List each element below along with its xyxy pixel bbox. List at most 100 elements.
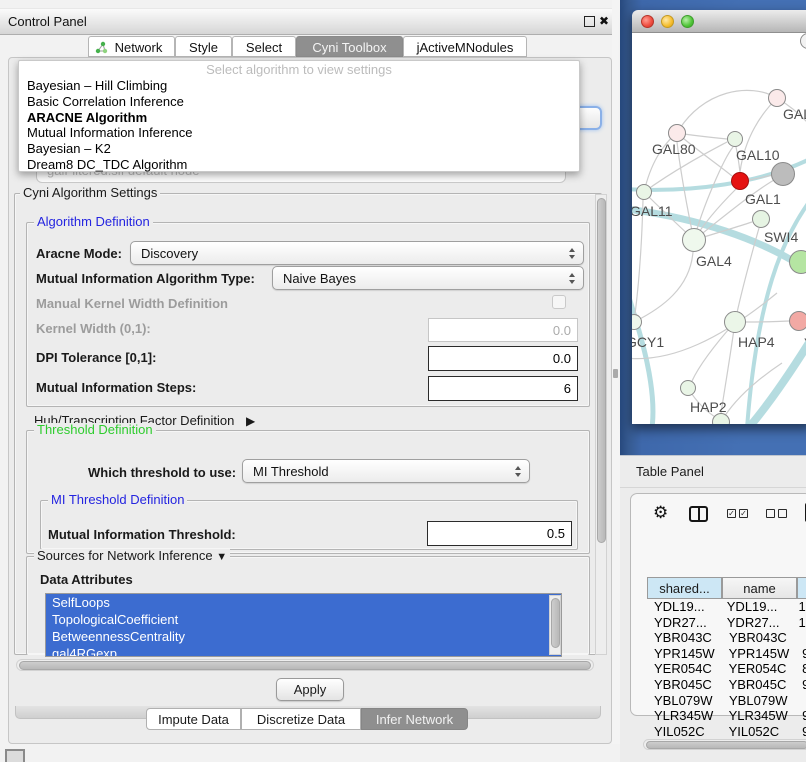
mi-algorithm-type-label: Mutual Information Algorithm Type:: [36, 271, 255, 286]
algorithm-option[interactable]: Bayesian – Hill Climbing: [19, 78, 579, 94]
minimize-window-icon[interactable]: [661, 15, 674, 28]
table-row[interactable]: YBL079WYBL079W: [647, 693, 806, 709]
network-node[interactable]: [712, 413, 730, 424]
dpi-tolerance-field[interactable]: 0.0: [428, 346, 578, 371]
tab-infer-network[interactable]: Infer Network: [361, 708, 468, 730]
apply-button[interactable]: Apply: [276, 678, 344, 701]
mi-threshold-field[interactable]: 0.5: [427, 521, 572, 546]
table-cell: YLR345W: [647, 708, 722, 724]
table-cell: YDL19...: [720, 599, 793, 615]
data-attribute-item[interactable]: gal4RGexp: [46, 645, 561, 657]
algorithm-option[interactable]: Dream8 DC_TDC Algorithm: [19, 157, 579, 173]
data-attribute-item[interactable]: BetweennessCentrality: [46, 628, 561, 645]
data-attributes-label: Data Attributes: [40, 572, 133, 587]
tab-cyni-toolbox[interactable]: Cyni Toolbox: [296, 36, 403, 57]
node-label: GAL1: [745, 191, 781, 207]
table-cell: [797, 693, 806, 709]
aracne-mode-combobox[interactable]: Discovery: [130, 241, 584, 265]
network-node-gcy1[interactable]: [632, 314, 642, 330]
gear-icon[interactable]: ⚙: [653, 504, 668, 522]
tab-style[interactable]: Style: [175, 36, 232, 57]
mi-steps-field[interactable]: 6: [428, 376, 578, 401]
node-label: GAL4: [696, 253, 732, 269]
column-header-cut[interactable]: A: [797, 577, 806, 599]
settings-vertical-scrollbar[interactable]: [595, 194, 607, 655]
network-node-swi4[interactable]: [752, 210, 770, 228]
select-all-icon[interactable]: ✓: [727, 509, 736, 518]
column-header-name[interactable]: name: [722, 577, 797, 599]
network-node-hap4[interactable]: [724, 311, 746, 333]
algorithm-option[interactable]: Bayesian – K2: [19, 141, 579, 157]
kernel-width-field[interactable]: 0.0: [428, 318, 578, 342]
table-cell: 9.: [796, 677, 806, 693]
algorithm-option[interactable]: Mutual Information Inference: [19, 125, 579, 141]
minimized-panel-icon[interactable]: [5, 749, 25, 762]
mi-algorithm-type-combobox[interactable]: Naive Bayes: [272, 266, 584, 290]
network-node-gal80[interactable]: [668, 124, 686, 142]
network-view-window[interactable]: GALGAL80GAL10GAL1GAL11SWI4GAL4GCY1HAP4YH…: [632, 10, 806, 424]
data-attributes-list[interactable]: SelfLoopsTopologicalCoefficientBetweenne…: [45, 593, 562, 657]
table-cell: YER054C: [647, 661, 722, 677]
float-window-icon[interactable]: [584, 16, 595, 27]
close-window-icon[interactable]: [641, 15, 654, 28]
attributes-list-scrollbar[interactable]: [549, 595, 561, 655]
table-row[interactable]: YBR045CYBR045C9.: [647, 677, 806, 693]
column-header-shared-name[interactable]: shared...: [647, 577, 722, 599]
table-cell: 12: [793, 615, 806, 631]
table-row[interactable]: YDL19...YDL19...13: [647, 599, 806, 615]
network-node[interactable]: [789, 250, 806, 274]
table-hscroll-thumb[interactable]: [646, 741, 806, 749]
deselect-all-icon[interactable]: [766, 509, 775, 518]
algorithm-option[interactable]: ARACNE Algorithm: [19, 110, 579, 126]
settings-vscroll-thumb[interactable]: [597, 198, 606, 543]
network-node[interactable]: [771, 162, 795, 186]
table-cell: YDL19...: [647, 599, 720, 615]
splitter-handle-icon[interactable]: [613, 369, 618, 378]
network-node[interactable]: [800, 33, 806, 49]
settings-horizontal-scrollbar[interactable]: [16, 659, 594, 671]
close-panel-icon[interactable]: ✖: [599, 9, 609, 34]
table-body: YDL19...YDL19...13YDR27...YDR27...12YBR0…: [647, 599, 806, 737]
network-node-gal4[interactable]: [682, 228, 706, 252]
control-panel-title: Control Panel: [8, 9, 87, 34]
settings-hscroll-thumb[interactable]: [19, 661, 591, 670]
table-cell: YIL052C: [722, 724, 797, 737]
sources-title-row[interactable]: Sources for Network Inference ▼: [34, 549, 230, 563]
network-node-hap2[interactable]: [680, 380, 696, 396]
which-threshold-combobox[interactable]: MI Threshold: [242, 459, 530, 483]
data-attribute-item[interactable]: TopologicalCoefficient: [46, 611, 561, 628]
network-window-titlebar[interactable]: [632, 10, 806, 33]
table-cell: [797, 630, 806, 646]
tab-select[interactable]: Select: [232, 36, 296, 57]
table-row[interactable]: YDR27...YDR27...12: [647, 615, 806, 631]
data-attribute-item[interactable]: SelfLoops: [46, 594, 561, 611]
attributes-scrollbar-thumb[interactable]: [551, 598, 560, 648]
network-node-gal[interactable]: [768, 89, 786, 107]
table-horizontal-scrollbar[interactable]: [643, 739, 806, 750]
split-view-icon[interactable]: [689, 506, 708, 522]
algorithm-option[interactable]: Basic Correlation Inference: [19, 94, 579, 110]
network-canvas[interactable]: GALGAL80GAL10GAL1GAL11SWI4GAL4GCY1HAP4YH…: [632, 33, 806, 424]
zoom-window-icon[interactable]: [681, 15, 694, 28]
tab-impute-data[interactable]: Impute Data: [146, 708, 241, 730]
tab-discretize-data[interactable]: Discretize Data: [241, 708, 361, 730]
select-all-icon[interactable]: ✓: [739, 509, 748, 518]
collapse-arrow-icon: ▼: [216, 551, 227, 563]
tab-select-label: Select: [246, 40, 282, 55]
table-row[interactable]: YIL052CYIL052C9.: [647, 724, 806, 737]
network-node-gal1[interactable]: [731, 172, 749, 190]
manual-kernel-width-checkbox[interactable]: [552, 295, 566, 309]
network-node-gal10[interactable]: [727, 131, 743, 147]
network-node-y[interactable]: [789, 311, 806, 331]
algorithm-dropdown-list[interactable]: Select algorithm to view settings Bayesi…: [18, 60, 580, 172]
table-row[interactable]: YPR145WYPR145W9.: [647, 646, 806, 662]
table-cell: YBR043C: [722, 630, 797, 646]
table-row[interactable]: YER054CYER054C8.: [647, 661, 806, 677]
deselect-all-icon[interactable]: [778, 509, 787, 518]
network-node-gal11[interactable]: [636, 184, 652, 200]
table-row[interactable]: YBR043CYBR043C: [647, 630, 806, 646]
table-cell: YPR145W: [722, 646, 797, 662]
table-row[interactable]: YLR345WYLR345W9.: [647, 708, 806, 724]
tab-network[interactable]: Network: [88, 36, 175, 57]
tab-jactivemnodules[interactable]: jActiveMNodules: [403, 36, 527, 57]
